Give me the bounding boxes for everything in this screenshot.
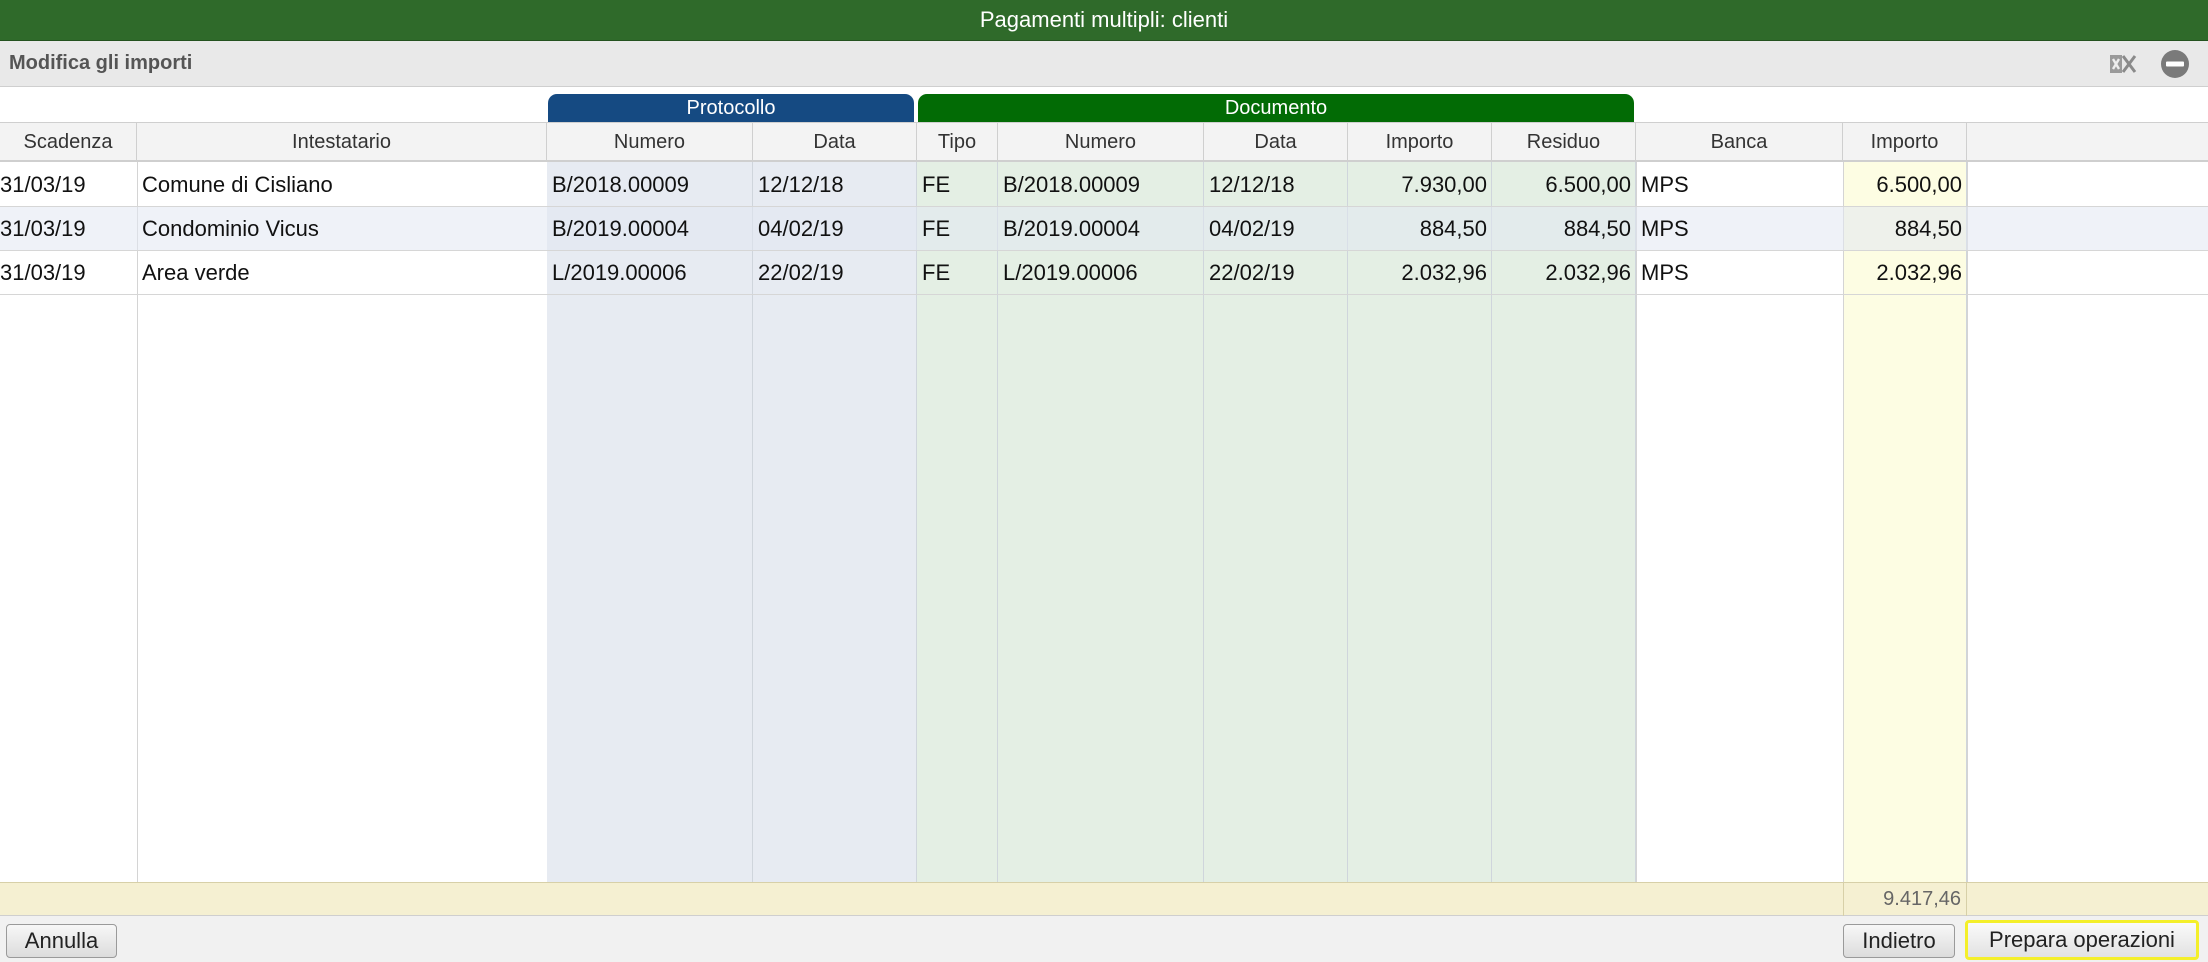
group-label-documento: Documento [1224, 96, 1328, 119]
cell-documento-numero: L/2019.00006 [1003, 260, 1138, 285]
excel-export-icon[interactable] [2106, 47, 2140, 81]
cell-protocollo-data: 12/12/18 [758, 172, 844, 197]
cell-intestatario: Comune di Cisliano [142, 172, 333, 197]
cell-protocollo-numero: B/2019.00004 [552, 216, 690, 241]
group-label-protocollo: Protocollo [686, 96, 776, 119]
cell-protocollo-numero: B/2018.00009 [552, 172, 690, 197]
table-header-row: Scadenza Intestatario Numero Data Tipo N… [0, 122, 2208, 162]
cell-protocollo-numero: L/2019.00006 [552, 260, 687, 285]
cell-documento-importo: 7.930,00 [1401, 172, 1487, 197]
cell-documento-importo: 2.032,96 [1401, 260, 1487, 285]
cell-importo-edit[interactable]: 884,50 [1843, 207, 1967, 251]
column-header-protocollo-numero[interactable]: Numero [547, 123, 753, 161]
column-header-tipo[interactable]: Tipo [917, 123, 998, 161]
cell-scadenza: 31/03/19 [0, 216, 86, 241]
cell-residuo: 2.032,96 [1545, 260, 1631, 285]
group-header-documento: Documento [918, 94, 1634, 122]
annulla-button[interactable]: Annulla [6, 924, 117, 958]
window-title: Pagamenti multipli: clienti [979, 7, 1229, 32]
prepara-operazioni-button[interactable]: Prepara operazioni [1965, 920, 2199, 960]
cell-protocollo-data: 04/02/19 [758, 216, 844, 241]
window-title-bar: Pagamenti multipli: clienti [0, 0, 2208, 41]
cell-banca: MPS [1641, 172, 1689, 197]
group-header-protocollo: Protocollo [548, 94, 914, 122]
footer-bar: Annulla Indietro Prepara operazioni [0, 916, 2208, 962]
cell-importo-edit[interactable]: 6.500,00 [1843, 163, 1967, 207]
cell-documento-data: 22/02/19 [1209, 260, 1295, 285]
column-header-scadenza[interactable]: Scadenza [0, 123, 137, 161]
column-header-documento-numero[interactable]: Numero [998, 123, 1204, 161]
cell-intestatario: Area verde [142, 260, 250, 285]
cell-documento-data: 12/12/18 [1209, 172, 1295, 197]
total-importo: 9.417,46 [1843, 883, 1967, 916]
cell-tipo: FE [922, 172, 951, 197]
table-row[interactable]: 31/03/19 Comune di Cisliano B/2018.00009… [0, 163, 2208, 207]
column-header-residuo[interactable]: Residuo [1492, 123, 1636, 161]
cell-documento-numero: B/2018.00009 [1003, 172, 1141, 197]
cell-residuo: 6.500,00 [1545, 172, 1631, 197]
cell-banca: MPS [1641, 216, 1689, 241]
cell-protocollo-data: 22/02/19 [758, 260, 844, 285]
subheader-bar: Modifica gli importi [0, 41, 2208, 87]
column-header-documento-data[interactable]: Data [1204, 123, 1348, 161]
cell-documento-numero: B/2019.00004 [1003, 216, 1141, 241]
cell-scadenza: 31/03/19 [0, 260, 86, 285]
row-separator [0, 294, 2208, 295]
cell-tipo: FE [922, 216, 951, 241]
table-row[interactable]: 31/03/19 Area verde L/2019.00006 22/02/1… [0, 251, 2208, 295]
cell-documento-data: 04/02/19 [1209, 216, 1295, 241]
column-header-importo[interactable]: Importo [1843, 123, 1967, 161]
cell-documento-importo: 884,50 [1419, 216, 1487, 241]
cell-intestatario: Condominio Vicus [142, 216, 319, 241]
cell-residuo: 884,50 [1563, 216, 1631, 241]
column-header-protocollo-data[interactable]: Data [753, 123, 917, 161]
indietro-button[interactable]: Indietro [1843, 924, 1955, 958]
column-header-intestatario[interactable]: Intestatario [137, 123, 547, 161]
table-row[interactable]: 31/03/19 Condominio Vicus B/2019.00004 0… [0, 207, 2208, 251]
column-header-banca[interactable]: Banca [1636, 123, 1843, 161]
cell-banca: MPS [1641, 260, 1689, 285]
cell-scadenza: 31/03/19 [0, 172, 86, 197]
minus-circle-icon[interactable] [2158, 47, 2192, 81]
section-title: Modifica gli importi [9, 52, 193, 74]
column-header-documento-importo[interactable]: Importo [1348, 123, 1492, 161]
cell-importo-edit[interactable]: 2.032,96 [1843, 251, 1967, 295]
cell-tipo: FE [922, 260, 951, 285]
total-row: 9.417,46 [0, 882, 2208, 916]
